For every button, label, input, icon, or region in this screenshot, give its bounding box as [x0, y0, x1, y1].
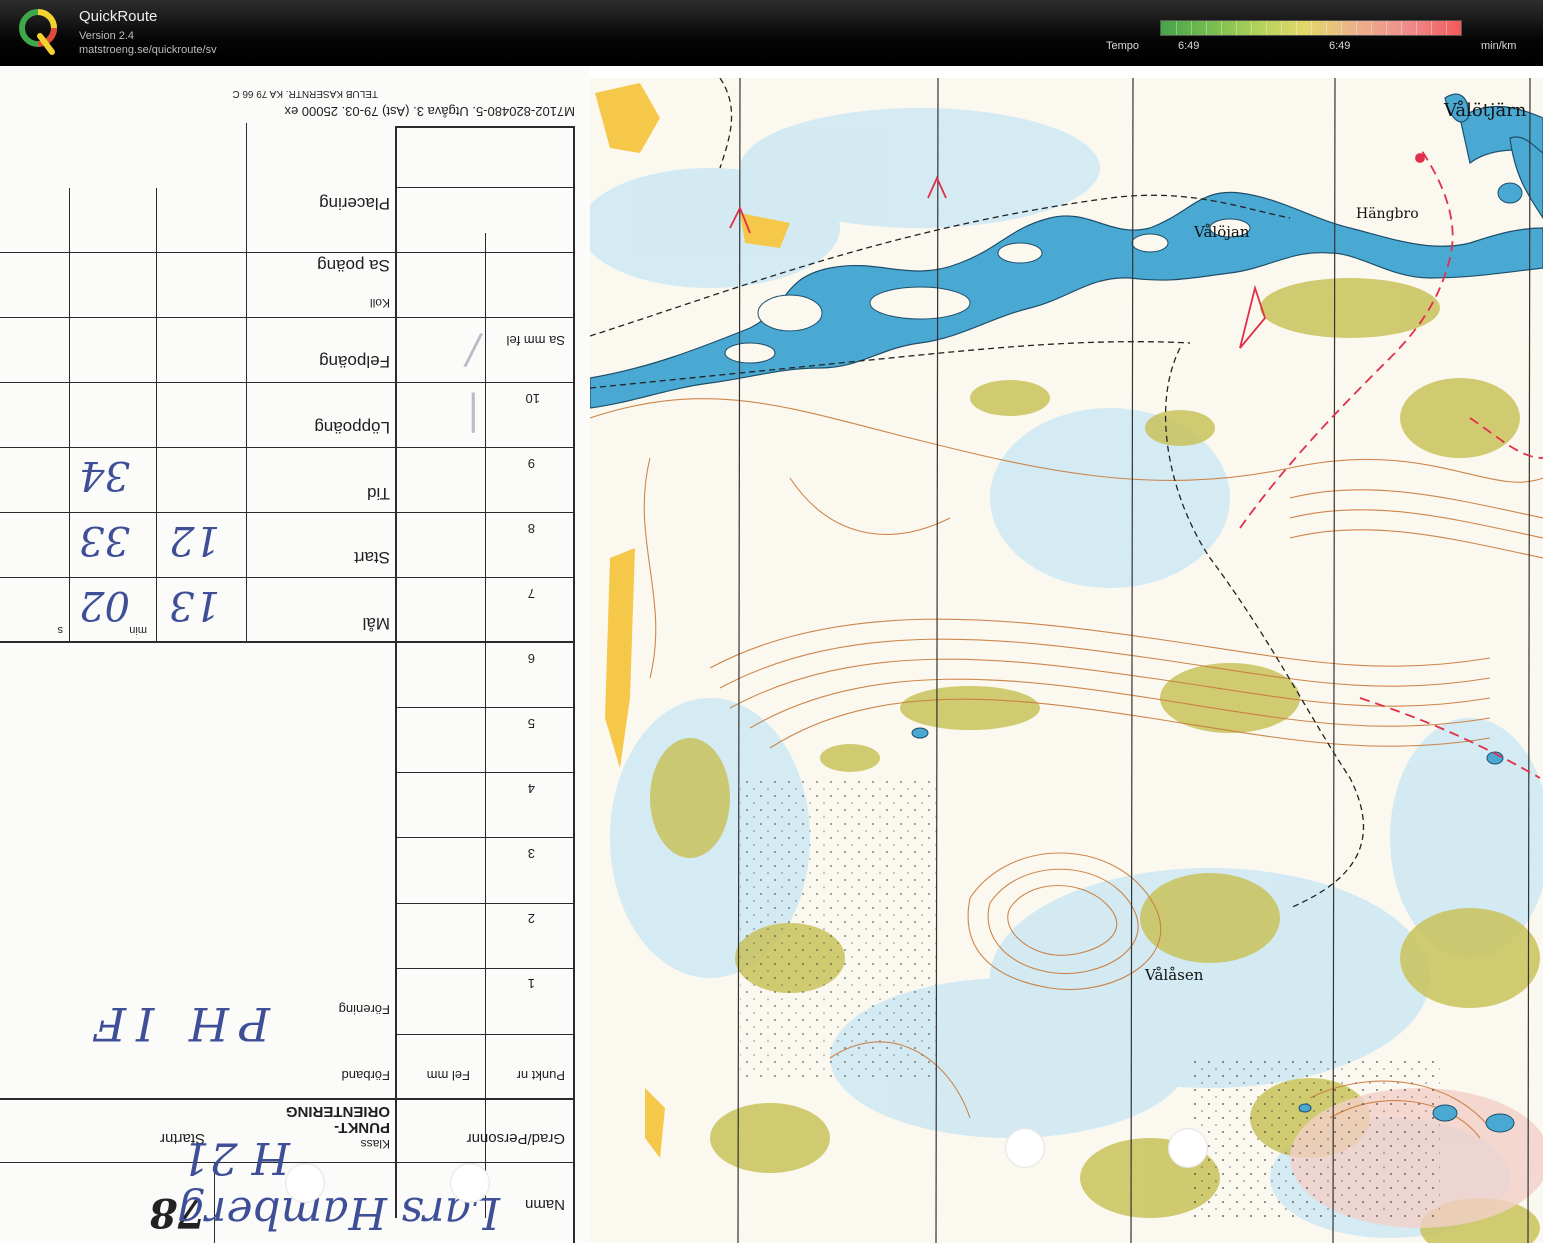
handwritten-mal-m: 02: [79, 582, 130, 628]
handwritten-tid: 34: [79, 452, 130, 498]
map-label-vallojan: Vålöjan: [1194, 223, 1250, 241]
punch-hole: [450, 1163, 490, 1203]
map-label-valotjarn: Vålötjärn: [1444, 100, 1527, 121]
app-url-link[interactable]: matstroeng.se/quickroute/sv: [79, 44, 217, 56]
punch-card-rotated: Grad/Personnr Startnr Namn PUNKT-ORIENTE…: [0, 66, 590, 1243]
tempo-min-value: 6:49: [1178, 40, 1200, 52]
tempo-unit: min/km: [1481, 40, 1517, 52]
handwritten-namn: Lars Hamberg: [177, 1187, 500, 1238]
label-min: min: [129, 624, 147, 636]
punch-hole: [285, 1163, 325, 1203]
control-number: 5: [527, 716, 535, 731]
map-canvas[interactable]: [590, 78, 1543, 1243]
control-number: 2: [527, 911, 535, 926]
handwritten-start-m: 33: [79, 517, 130, 563]
tempo-color-scale[interactable]: [1160, 20, 1462, 36]
handwritten-start-h: 12: [169, 517, 220, 563]
label-sa-mm-fel: Sa mm fel: [506, 333, 565, 348]
map-viewport[interactable]: Grad/Personnr Startnr Namn PUNKT-ORIENTE…: [0, 66, 1543, 1243]
label-klass: Klass: [360, 1137, 390, 1151]
label-tid: Tid: [367, 484, 390, 503]
punch-hole: [1005, 1128, 1045, 1168]
control-number: 3: [527, 846, 535, 861]
label-forband: Förband: [341, 1068, 390, 1083]
tempo-max-value: 6:49: [1329, 40, 1351, 52]
control-number: 10: [525, 391, 540, 406]
label-felpoang: Felpoäng: [319, 352, 390, 371]
app-header: QuickRoute Version 2.4 matstroeng.se/qui…: [0, 0, 1543, 66]
label-grad-personnr: Grad/Personnr: [466, 1130, 565, 1147]
app-version: Version 2.4: [79, 30, 135, 42]
handwritten-mal-h: 13: [169, 582, 220, 628]
map-label-valasen: Vålåsen: [1145, 966, 1204, 984]
tempo-label: Tempo: [1106, 40, 1140, 52]
boulder-field: [740, 778, 940, 1078]
handwritten-faint-mark: |: [466, 392, 480, 438]
map-label-hangbro: Hängbro: [1356, 206, 1419, 222]
label-header: PUNKT-ORIENTERING: [285, 1103, 390, 1136]
print-info-line1: TELUB KASERNTR. KA 79 66 C: [232, 88, 378, 99]
orienteering-map[interactable]: Vålöjan Hängbro Vålötjärn Vålåsen: [590, 78, 1543, 1243]
label-start: Start: [354, 548, 390, 567]
app-title: QuickRoute: [79, 8, 158, 25]
handwritten-faint-mark: /: [466, 327, 480, 373]
label-fel-mm: Fel mm: [426, 1068, 470, 1083]
handwritten-forening: PH IF: [84, 997, 270, 1051]
label-forening: Förening: [338, 1002, 390, 1017]
label-punkt-nr: Punkt nr: [516, 1068, 565, 1083]
control-number: 7: [527, 586, 535, 601]
punch-card: Grad/Personnr Startnr Namn PUNKT-ORIENTE…: [0, 66, 590, 1243]
quickroute-logo-icon: [19, 9, 57, 55]
control-number: 6: [527, 651, 535, 666]
control-number: 1: [527, 976, 535, 991]
label-namn: Namn: [524, 1196, 565, 1213]
label-placering: Placering: [319, 194, 390, 213]
punch-hole: [1168, 1128, 1208, 1168]
label-loppoang: Löppoäng: [314, 418, 390, 437]
label-sa-poang: Sa poäng: [317, 256, 390, 275]
label-koll: Koll: [369, 296, 390, 310]
control-number: 9: [527, 456, 535, 471]
control-number: 8: [527, 521, 535, 536]
label-mal: Mål: [362, 614, 390, 633]
label-s: s: [57, 624, 64, 636]
print-info-line2: M7102-820480-5. Utgåva 3. (Ast) 79-03. 2…: [284, 104, 575, 119]
handwritten-klass: H 21: [181, 1132, 290, 1183]
boulder-field: [1190, 1058, 1440, 1218]
control-number: 4: [527, 781, 535, 796]
